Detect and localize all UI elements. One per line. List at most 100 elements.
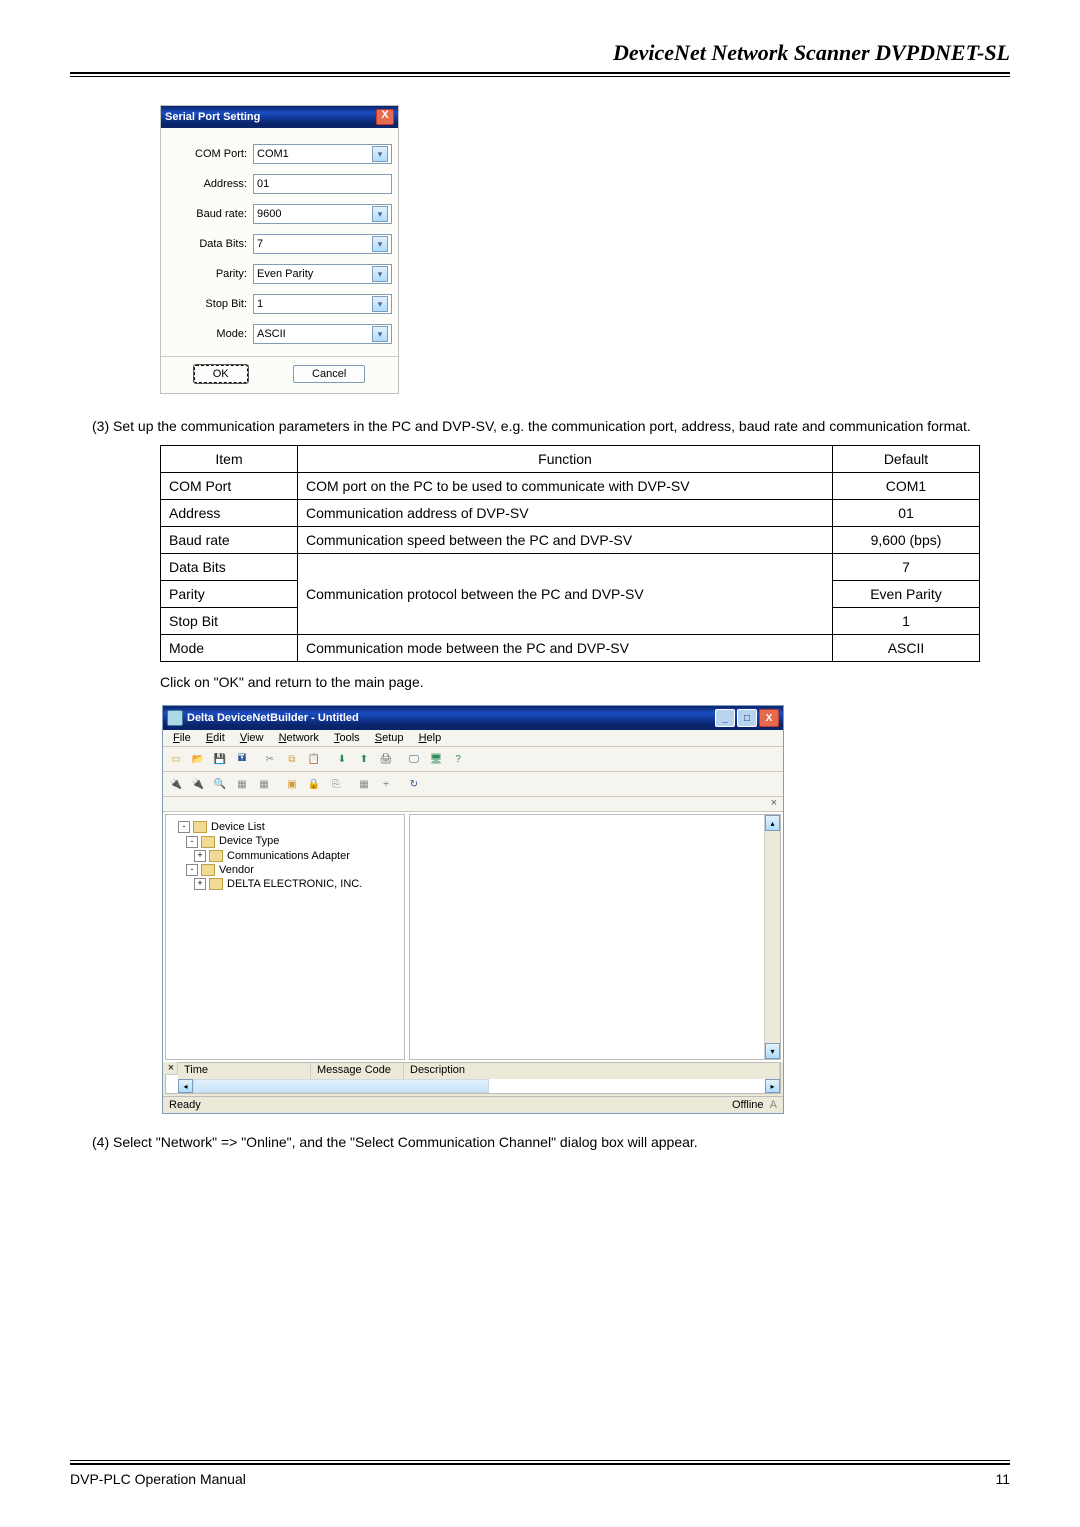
tree-pane[interactable]: Device List Device Type Communications A… — [165, 814, 405, 1060]
app-icon — [167, 710, 183, 726]
table-row: Baud rate Communication speed between th… — [161, 527, 980, 554]
ok-button[interactable]: OK — [194, 365, 248, 383]
col-description[interactable]: Description — [404, 1063, 780, 1079]
menu-bar[interactable]: File Edit View Network Tools Setup Help — [163, 730, 783, 747]
com-port-select[interactable]: COM1 ▾ — [253, 144, 392, 164]
parity-label: Parity: — [167, 268, 253, 280]
table-row: Data Bits Communication protocol between… — [161, 554, 980, 581]
io-icon[interactable]: ⎘ — [326, 774, 346, 794]
upload-icon[interactable]: ⬆ — [354, 749, 374, 769]
chevron-down-icon[interactable]: ▾ — [372, 206, 388, 222]
menu-edit[interactable]: Edit — [200, 732, 231, 744]
menu-view[interactable]: View — [234, 732, 270, 744]
cancel-button[interactable]: Cancel — [293, 365, 365, 383]
chevron-down-icon[interactable]: ▾ — [372, 236, 388, 252]
address-input[interactable]: 01 — [253, 174, 392, 194]
menu-setup[interactable]: Setup — [369, 732, 410, 744]
save-icon[interactable]: 💾 — [210, 749, 230, 769]
baud-rate-select[interactable]: 9600 ▾ — [253, 204, 392, 224]
node-icon[interactable]: ▦ — [232, 774, 252, 794]
horizontal-scrollbar[interactable]: ◂ — [178, 1079, 766, 1093]
scroll-down-icon[interactable]: ▾ — [765, 1043, 780, 1059]
tree-comm-adapter[interactable]: Communications Adapter — [227, 850, 350, 862]
divide-icon[interactable]: ÷ — [376, 774, 396, 794]
close-icon[interactable]: X — [376, 109, 394, 125]
paste-icon[interactable]: 📋 — [304, 749, 324, 769]
close-icon[interactable]: X — [759, 709, 779, 727]
tree-device-type[interactable]: Device Type — [219, 835, 279, 847]
data-bits-select[interactable]: 7 ▾ — [253, 234, 392, 254]
status-right: Offline — [732, 1099, 764, 1111]
table-row: Address Communication address of DVP-SV … — [161, 500, 980, 527]
tree-toggle-icon[interactable] — [178, 821, 193, 833]
address-value: 01 — [257, 178, 269, 190]
refresh-icon[interactable]: ↻ — [404, 774, 424, 794]
parameter-table: Item Function Default COM Port COM port … — [160, 445, 980, 662]
paragraph-step-3: (3) Set up the communication parameters … — [92, 414, 1010, 439]
col-message-code[interactable]: Message Code — [311, 1063, 404, 1079]
data-bits-label: Data Bits: — [167, 238, 253, 250]
chevron-down-icon[interactable]: ▾ — [372, 296, 388, 312]
menu-tools[interactable]: Tools — [328, 732, 366, 744]
cut-icon[interactable]: ✂ — [260, 749, 280, 769]
tree-toggle-icon[interactable] — [194, 850, 209, 862]
chevron-down-icon[interactable]: ▾ — [372, 326, 388, 342]
tree-vendor[interactable]: Vendor — [219, 864, 254, 876]
parity-select[interactable]: Even Parity ▾ — [253, 264, 392, 284]
status-bar: Ready Offline A — [163, 1096, 783, 1113]
tree-root[interactable]: Device List — [211, 821, 265, 833]
com-port-value: COM1 — [257, 148, 289, 160]
monitor-icon[interactable]: 🖥 — [426, 749, 446, 769]
new-file-icon[interactable]: ▭ — [166, 749, 186, 769]
scroll-right-icon[interactable]: ▸ — [765, 1079, 780, 1093]
chevron-down-icon[interactable]: ▾ — [372, 146, 388, 162]
node2-icon[interactable]: ▦ — [254, 774, 274, 794]
page-title: DeviceNet Network Scanner DVPDNET-SL — [70, 40, 1010, 72]
vertical-scrollbar[interactable]: ▴ ▾ — [764, 815, 780, 1059]
grid-icon[interactable]: ▦ — [354, 774, 374, 794]
minimize-icon[interactable]: _ — [715, 709, 735, 727]
print-icon[interactable]: 🖨 — [376, 749, 396, 769]
offline-icon[interactable]: 🔌 — [188, 774, 208, 794]
tree-toggle-icon[interactable] — [186, 864, 201, 876]
parity-value: Even Parity — [257, 268, 313, 280]
pane-close-bar: × — [163, 797, 783, 812]
close-pane-icon[interactable]: × — [165, 1062, 178, 1075]
app-titlebar[interactable]: Delta DeviceNetBuilder - Untitled _ □ X — [163, 706, 783, 730]
dialog-titlebar[interactable]: Serial Port Setting X — [161, 106, 398, 128]
tree-toggle-icon[interactable] — [186, 835, 201, 847]
scrollbar-track[interactable] — [193, 1079, 489, 1093]
menu-file[interactable]: File — [167, 732, 197, 744]
chevron-down-icon[interactable]: ▾ — [372, 266, 388, 282]
stop-bit-select[interactable]: 1 ▾ — [253, 294, 392, 314]
scan-icon[interactable]: 🔍 — [210, 774, 230, 794]
th-function: Function — [298, 446, 833, 473]
com-port-label: COM Port: — [167, 148, 253, 160]
display-icon[interactable]: 🖵 — [404, 749, 424, 769]
app-title: Delta DeviceNetBuilder - Untitled — [187, 712, 359, 724]
scroll-left-icon[interactable]: ◂ — [178, 1079, 193, 1093]
menu-help[interactable]: Help — [413, 732, 448, 744]
maximize-icon[interactable]: □ — [737, 709, 757, 727]
chip-icon[interactable]: ▣ — [282, 774, 302, 794]
scroll-up-icon[interactable]: ▴ — [765, 815, 780, 831]
open-file-icon[interactable]: 📂 — [188, 749, 208, 769]
copy-icon[interactable]: ⧉ — [282, 749, 302, 769]
baud-rate-label: Baud rate: — [167, 208, 253, 220]
stop-bit-label: Stop Bit: — [167, 298, 253, 310]
message-pane: × Time Message Code Description ◂ ▸ — [165, 1062, 781, 1094]
mode-select[interactable]: ASCII ▾ — [253, 324, 392, 344]
online-icon[interactable]: 🔌 — [166, 774, 186, 794]
footer-left: DVP-PLC Operation Manual — [70, 1471, 246, 1487]
tree-delta[interactable]: DELTA ELECTRONIC, INC. — [227, 878, 362, 890]
help-icon[interactable]: ? — [448, 749, 468, 769]
content-pane[interactable]: ▴ ▾ — [409, 814, 781, 1060]
baud-rate-value: 9600 — [257, 208, 281, 220]
col-time[interactable]: Time — [178, 1063, 311, 1079]
download-icon[interactable]: ⬇ — [332, 749, 352, 769]
menu-network[interactable]: Network — [273, 732, 325, 744]
save-all-icon[interactable]: 🖬 — [232, 749, 252, 769]
lock-icon[interactable]: 🔒 — [304, 774, 324, 794]
header-rule-thin — [70, 76, 1010, 77]
tree-toggle-icon[interactable] — [194, 878, 209, 890]
